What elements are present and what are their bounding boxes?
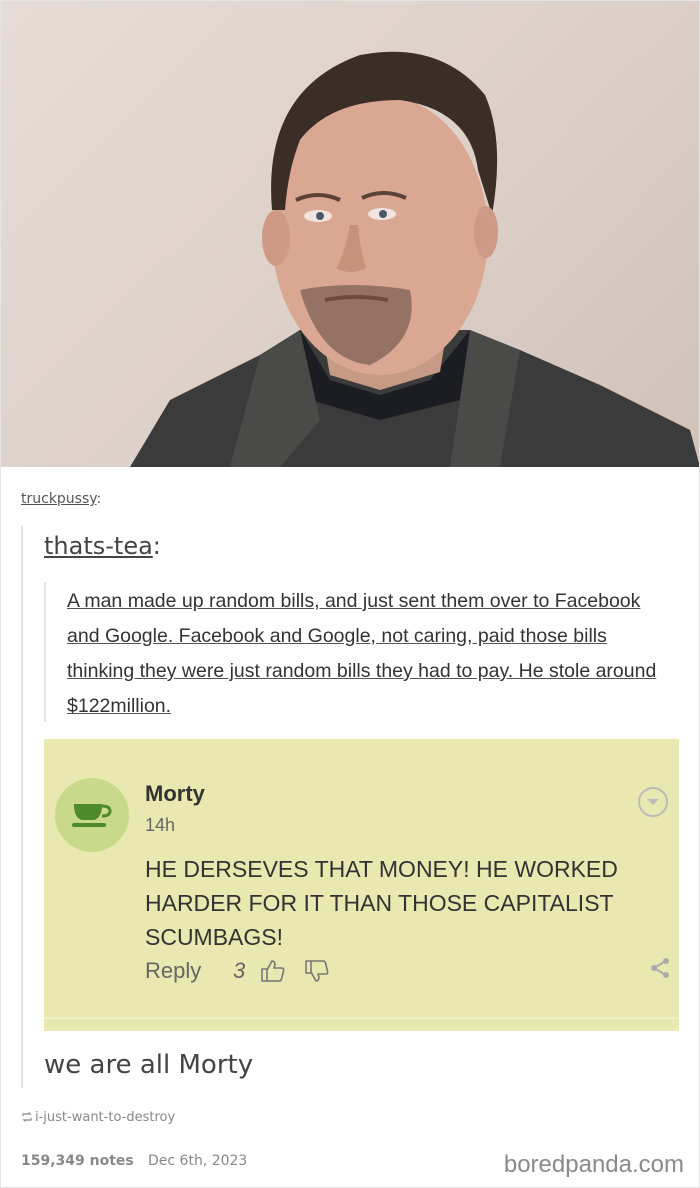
reply-button[interactable]: Reply	[145, 958, 201, 984]
poster-username-link[interactable]: truckpussy	[21, 491, 97, 507]
thumbs-down-icon[interactable]	[304, 959, 330, 983]
comment-card: Morty 14h HE DERSEVES THAT MONEY! HE WOR…	[44, 739, 679, 1031]
poster-attribution: truckpussy:	[21, 491, 101, 507]
inner-username-link[interactable]: thats-tea	[44, 532, 153, 560]
post-date: Dec 6th, 2023	[148, 1153, 248, 1169]
reblog-source[interactable]: i-just-want-to-destroy	[21, 1110, 175, 1125]
inner-colon: :	[152, 532, 161, 560]
comment-divider	[44, 1017, 679, 1019]
reblog-icon	[22, 1112, 32, 1122]
source-watermark: boredpanda.com	[503, 1151, 684, 1178]
chevron-down-icon[interactable]	[637, 786, 669, 818]
reblog-comment-text: we are all Morty	[44, 1050, 254, 1080]
comment-text: HE DERSEVES THAT MONEY! HE WORKED HARDER…	[145, 856, 618, 950]
notes-count[interactable]: 159,349 notes	[21, 1153, 134, 1169]
reblog-source-name: i-just-want-to-destroy	[35, 1110, 176, 1125]
comment-timestamp: 14h	[145, 815, 176, 835]
thumbs-up-icon[interactable]	[260, 959, 286, 983]
inner-attribution: thats-tea:	[44, 532, 161, 560]
man-portrait-illustration	[130, 51, 700, 467]
poster-colon: :	[96, 491, 102, 507]
like-count: 3	[233, 958, 246, 983]
commenter-name[interactable]: Morty	[145, 781, 205, 807]
teacup-icon	[72, 804, 112, 827]
post-photo	[0, 0, 700, 467]
share-icon[interactable]	[649, 957, 671, 979]
story-text: A man made up random bills, and just sen…	[67, 590, 657, 717]
commenter-avatar[interactable]	[55, 778, 129, 852]
